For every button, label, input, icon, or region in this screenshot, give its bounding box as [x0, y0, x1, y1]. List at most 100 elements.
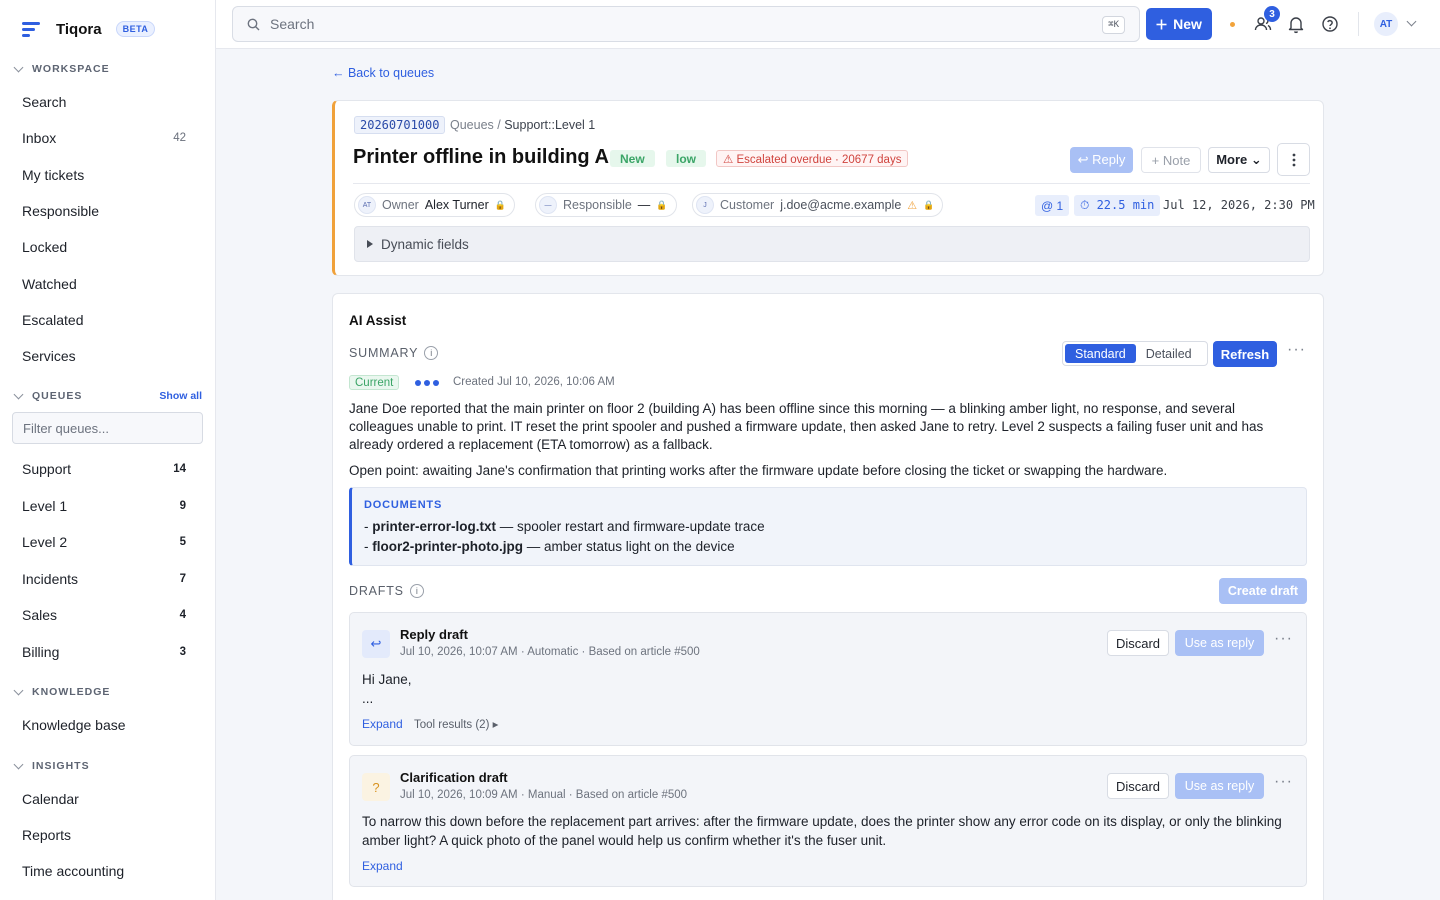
- sidebar-item-label: Knowledge base: [22, 717, 126, 733]
- breadcrumb-queue[interactable]: Support::Level 1: [504, 118, 595, 132]
- sidebar-item-responsible[interactable]: Responsible: [12, 197, 192, 225]
- owner-value: Alex Turner: [424, 198, 489, 212]
- ticket-date: Jul 12, 2026, 2:30 PM: [1163, 198, 1315, 212]
- warning-icon: ⚠: [907, 199, 918, 212]
- new-button[interactable]: New: [1146, 8, 1212, 40]
- discard-button[interactable]: Discard: [1107, 630, 1169, 656]
- sidebar-item-label: Responsible: [22, 203, 100, 219]
- brand[interactable]: Tiqora BETA: [22, 18, 156, 40]
- ticket-number[interactable]: 20260701000: [354, 116, 446, 134]
- breadcrumb-root[interactable]: Queues /: [450, 118, 501, 132]
- bell-icon[interactable]: [1286, 14, 1306, 34]
- document-link[interactable]: floor2-printer-photo.jpg: [372, 539, 523, 554]
- sidebar-item-watched[interactable]: Watched: [12, 270, 192, 298]
- sidebar-item-label: Support: [22, 461, 72, 477]
- sidebar-item-time-accounting[interactable]: Time accounting: [12, 857, 192, 885]
- queue-count: 7: [179, 573, 186, 585]
- sidebar-item-label: Search: [22, 94, 67, 110]
- help-icon[interactable]: [1320, 14, 1340, 34]
- info-icon[interactable]: i: [409, 584, 424, 598]
- note-button[interactable]: + Note: [1141, 147, 1201, 173]
- plus-icon: [1156, 19, 1167, 29]
- ticket-menu-button[interactable]: [1277, 143, 1310, 176]
- sidebar-item-queue-incidents[interactable]: Incidents 7: [12, 565, 192, 593]
- responsible-chip[interactable]: — Responsible — 🔒: [535, 193, 677, 217]
- document-item: - floor2-printer-photo.jpg — amber statu…: [364, 539, 735, 554]
- refresh-button[interactable]: Refresh: [1213, 341, 1277, 367]
- sidebar-item-inbox[interactable]: Inbox 42: [12, 124, 192, 152]
- summary-text: Jane Doe reported that the main printer …: [349, 401, 1264, 452]
- reply-icon: ↩: [362, 630, 390, 658]
- section-workspace-heading: WORKSPACE: [32, 63, 110, 75]
- back-to-queues-link[interactable]: ← Back to queues: [332, 66, 434, 80]
- customer-chip[interactable]: J Customer j.doe@acme.example ⚠ 🔒: [692, 193, 944, 217]
- mode-standard-button[interactable]: Standard: [1065, 344, 1136, 363]
- draft-more-icon[interactable]: ···: [1274, 773, 1293, 791]
- drafts-label: DRAFTS: [349, 584, 404, 598]
- sidebar-item-my-tickets[interactable]: My tickets: [12, 161, 192, 189]
- document-link[interactable]: printer-error-log.txt: [372, 519, 496, 534]
- article-count-badge[interactable]: @ 1: [1035, 195, 1070, 216]
- lock-icon: 🔒: [656, 199, 668, 210]
- mode-detailed-button[interactable]: Detailed: [1136, 347, 1202, 361]
- sidebar-item-locked[interactable]: Locked: [12, 233, 192, 261]
- info-icon[interactable]: i: [424, 346, 439, 360]
- dynamic-fields-toggle[interactable]: Dynamic fields: [354, 226, 1310, 262]
- section-knowledge-toggle[interactable]: KNOWLEDGE: [13, 685, 110, 699]
- sidebar-item-queue-sales[interactable]: Sales 4: [12, 601, 192, 629]
- global-search[interactable]: ⌘K: [232, 6, 1140, 42]
- sidebar-item-queue-support[interactable]: Support 14: [12, 455, 192, 483]
- topbar: ⌘K New 3 AT: [216, 0, 1440, 49]
- use-as-reply-button[interactable]: Use as reply: [1175, 630, 1264, 656]
- sidebar-item-label: Billing: [22, 644, 60, 660]
- filter-queues-input[interactable]: [12, 412, 203, 444]
- sidebar-item-queue-billing[interactable]: Billing 3: [12, 638, 192, 666]
- topbar-divider: [1358, 12, 1359, 36]
- reply-button[interactable]: ↩ Reply: [1070, 147, 1133, 173]
- sidebar-item-knowledge-base[interactable]: Knowledge base: [12, 711, 192, 739]
- customer-label: Customer: [720, 198, 775, 212]
- sidebar-item-reports[interactable]: Reports: [12, 821, 192, 849]
- time-accounted-badge[interactable]: ⏱ 22.5 min: [1074, 195, 1161, 216]
- draft-meta: Jul 10, 2026, 10:07 AM · Automatic · Bas…: [400, 646, 700, 658]
- draft-more-icon[interactable]: ···: [1274, 630, 1293, 648]
- sidebar-item-queue-level-2[interactable]: Level 2 5: [12, 528, 192, 556]
- sidebar-item-queue-level-1[interactable]: Level 1 9: [12, 492, 192, 520]
- section-insights-toggle[interactable]: INSIGHTS: [13, 759, 90, 773]
- sidebar-item-calendar[interactable]: Calendar: [12, 785, 192, 813]
- draft-title: Clarification draft: [400, 770, 508, 785]
- search-input[interactable]: [270, 16, 1139, 32]
- use-as-reply-button[interactable]: Use as reply: [1175, 773, 1264, 799]
- chevron-down-icon[interactable]: [1406, 16, 1417, 27]
- owner-chip[interactable]: AT Owner Alex Turner 🔒: [354, 193, 515, 217]
- draft-body: To narrow this down before the replaceme…: [362, 814, 1282, 848]
- sidebar-item-label: Level 2: [22, 534, 68, 550]
- sidebar-item-services[interactable]: Services: [12, 342, 192, 370]
- chevron-down-icon: [13, 759, 24, 770]
- tool-results-toggle[interactable]: Tool results (2) ▸: [414, 717, 498, 731]
- expand-link[interactable]: Expand: [362, 859, 403, 873]
- lock-icon: 🔒: [494, 199, 506, 210]
- discard-button[interactable]: Discard: [1107, 773, 1169, 799]
- draft-meta: Jul 10, 2026, 10:09 AM · Manual · Based …: [400, 789, 688, 801]
- section-queues-toggle[interactable]: QUEUES: [13, 389, 82, 403]
- create-draft-button[interactable]: Create draft: [1219, 578, 1307, 604]
- chevron-down-icon: [13, 389, 24, 400]
- section-workspace-toggle[interactable]: WORKSPACE: [13, 62, 110, 76]
- sidebar-item-search[interactable]: Search: [12, 88, 192, 116]
- priority-badge: low: [666, 150, 706, 167]
- draft-body-line: Hi Jane,: [362, 672, 412, 687]
- sidebar-item-escalated[interactable]: Escalated: [12, 306, 192, 334]
- queue-count: 9: [179, 500, 186, 512]
- escalation-badge: ⚠ Escalated overdue · 20677 days: [716, 150, 909, 167]
- queues-show-all-link[interactable]: Show all: [159, 390, 202, 402]
- sidebar-item-label: Level 1: [22, 498, 68, 514]
- summary-more-icon[interactable]: ···: [1287, 341, 1306, 359]
- expand-link[interactable]: Expand: [362, 717, 403, 731]
- queue-count: 3: [179, 646, 186, 658]
- caret-right-icon: [367, 240, 373, 248]
- more-button[interactable]: More ⌄: [1208, 147, 1270, 173]
- sidebar-item-label: Time accounting: [22, 863, 125, 879]
- user-avatar[interactable]: AT: [1374, 12, 1398, 36]
- document-desc: — amber status light on the device: [522, 539, 735, 554]
